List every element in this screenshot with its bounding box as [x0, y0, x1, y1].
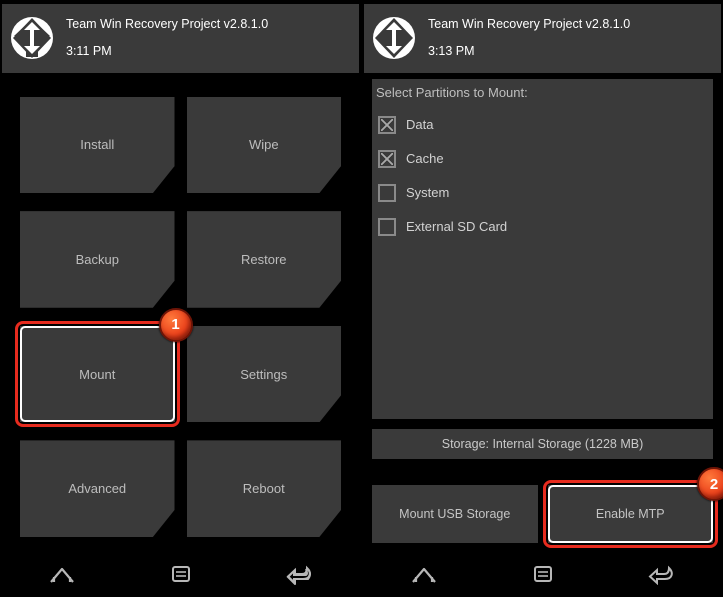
step-badge-1: 1	[159, 308, 193, 342]
navbar	[2, 551, 359, 593]
checkbox-icon	[378, 116, 396, 134]
enable-mtp-wrapper: Enable MTP 2	[548, 485, 714, 543]
navbar	[364, 551, 721, 593]
recents-icon[interactable]	[167, 563, 195, 585]
partition-label: Data	[406, 117, 433, 132]
partition-label: External SD Card	[406, 219, 507, 234]
back-icon[interactable]	[286, 563, 314, 585]
partition-external-sd[interactable]: External SD Card	[376, 210, 709, 244]
install-button[interactable]: Install	[20, 97, 175, 194]
mount-usb-button[interactable]: Mount USB Storage	[372, 485, 538, 543]
partition-system[interactable]: System	[376, 176, 709, 210]
app-title: Team Win Recovery Project v2.8.1.0	[428, 14, 630, 35]
twrp-logo-icon	[372, 16, 416, 60]
enable-mtp-button[interactable]: Enable MTP	[548, 485, 714, 543]
clock: 3:11 PM	[66, 41, 268, 62]
checkbox-icon	[378, 184, 396, 202]
twrp-logo-icon	[10, 16, 54, 60]
home-icon[interactable]	[410, 563, 438, 585]
step-badge-2: 2	[697, 467, 723, 501]
header-text: Team Win Recovery Project v2.8.1.0 3:13 …	[428, 14, 630, 63]
partition-label: Cache	[406, 151, 444, 166]
main-menu-grid: Install Wipe Backup Restore Mount 1 Sett…	[2, 73, 359, 552]
checkbox-icon	[378, 150, 396, 168]
restore-button[interactable]: Restore	[187, 211, 342, 308]
reboot-button[interactable]: Reboot	[187, 440, 342, 537]
header: Team Win Recovery Project v2.8.1.0 3:11 …	[2, 4, 359, 73]
header: Team Win Recovery Project v2.8.1.0 3:13 …	[364, 4, 721, 73]
wipe-button[interactable]: Wipe	[187, 97, 342, 194]
phone-right: Team Win Recovery Project v2.8.1.0 3:13 …	[362, 0, 723, 597]
mount-title: Select Partitions to Mount:	[372, 79, 713, 108]
partition-label: System	[406, 185, 449, 200]
clock: 3:13 PM	[428, 41, 630, 62]
partition-list: Data Cache System External SD Card	[372, 108, 713, 420]
storage-selector[interactable]: Storage: Internal Storage (1228 MB)	[372, 429, 713, 459]
mount-button[interactable]: Mount	[20, 326, 175, 423]
partition-cache[interactable]: Cache	[376, 142, 709, 176]
header-text: Team Win Recovery Project v2.8.1.0 3:11 …	[66, 14, 268, 63]
app-title: Team Win Recovery Project v2.8.1.0	[66, 14, 268, 35]
back-icon[interactable]	[648, 563, 676, 585]
home-icon[interactable]	[48, 563, 76, 585]
advanced-button[interactable]: Advanced	[20, 440, 175, 537]
settings-button[interactable]: Settings	[187, 326, 342, 423]
phone-left: Team Win Recovery Project v2.8.1.0 3:11 …	[0, 0, 361, 597]
checkbox-icon	[378, 218, 396, 236]
action-row: Mount USB Storage Enable MTP 2	[364, 463, 721, 551]
partition-data[interactable]: Data	[376, 108, 709, 142]
backup-button[interactable]: Backup	[20, 211, 175, 308]
mount-screen: Select Partitions to Mount: Data Cache S…	[364, 73, 721, 464]
recents-icon[interactable]	[529, 563, 557, 585]
mount-button-wrapper: Mount 1	[20, 326, 175, 423]
